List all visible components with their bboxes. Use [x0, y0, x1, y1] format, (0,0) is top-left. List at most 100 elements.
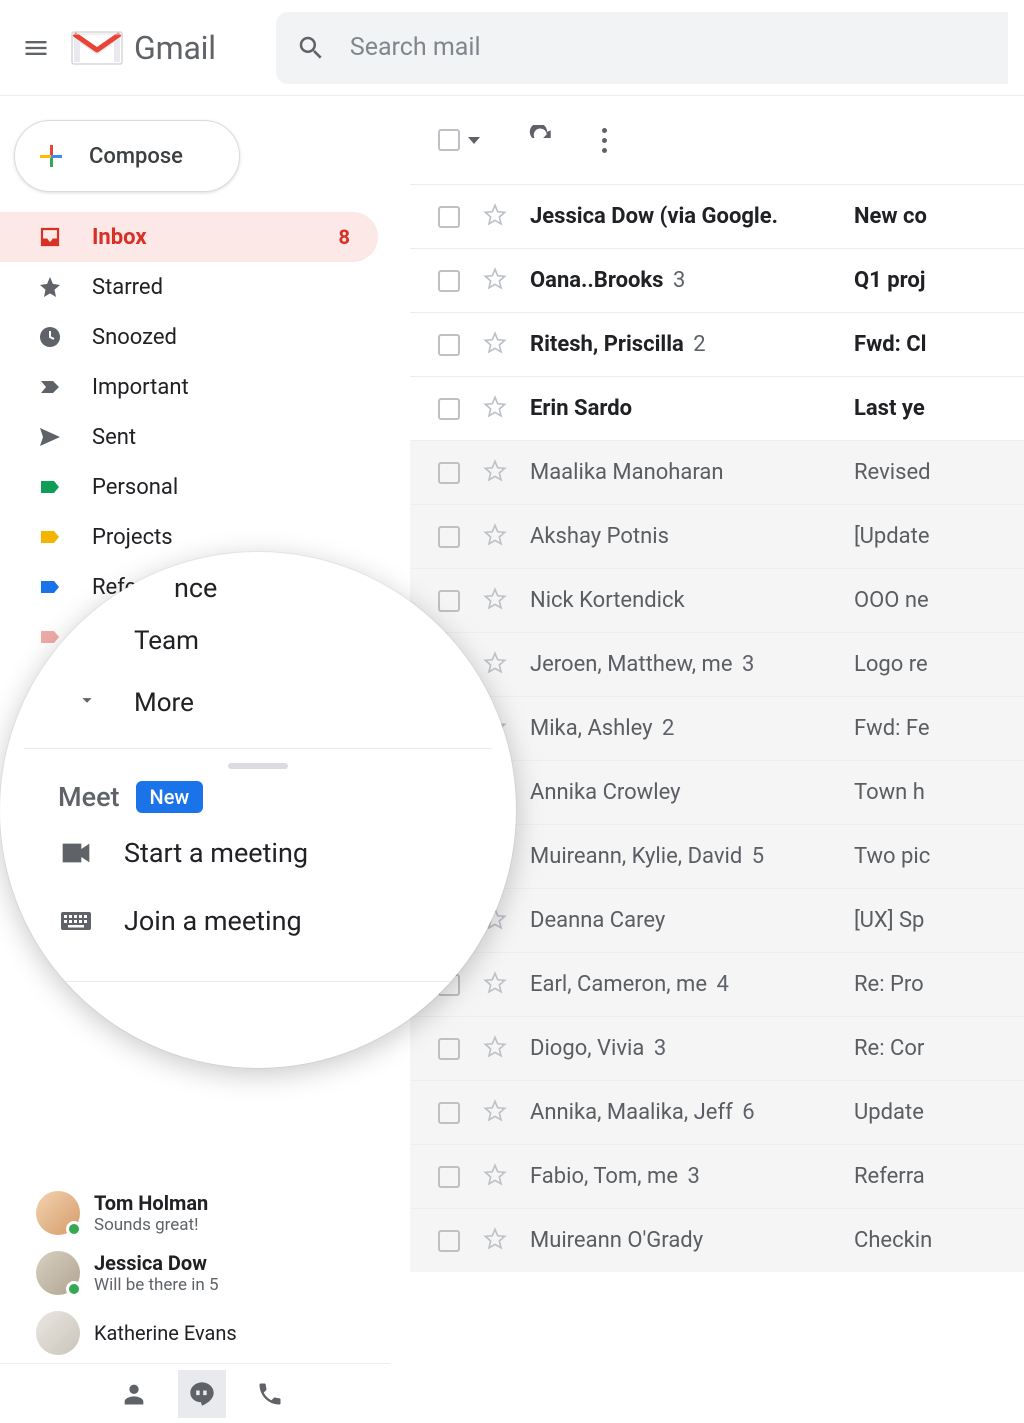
mail-checkbox[interactable] — [438, 334, 460, 356]
contacts-button[interactable] — [110, 1370, 158, 1418]
mail-sender: Akshay Potnis — [530, 524, 832, 549]
star-button[interactable] — [482, 1098, 508, 1128]
thread-count: 5 — [752, 844, 764, 869]
avatar — [36, 1251, 80, 1295]
chevron-down-icon — [76, 688, 98, 718]
nav-starred[interactable]: Starred — [0, 262, 378, 312]
star-button[interactable] — [482, 266, 508, 296]
presence-dot — [66, 1221, 82, 1237]
meet-title: Meet — [58, 781, 120, 813]
clock-icon — [38, 325, 62, 349]
mail-checkbox[interactable] — [438, 206, 460, 228]
mail-row[interactable]: Deanna Carey[UX] Sp — [410, 888, 1024, 952]
lens-fragment: nce — [24, 552, 492, 610]
star-button[interactable] — [482, 1162, 508, 1192]
mail-row[interactable]: Erin SardoLast ye — [410, 376, 1024, 440]
zoom-lens: nce Team More Meet New Start a meeting J… — [0, 552, 516, 1068]
refresh-icon — [528, 125, 554, 151]
mail-row[interactable]: Akshay Potnis[Update — [410, 504, 1024, 568]
checkbox-icon — [438, 129, 460, 151]
star-button[interactable] — [482, 522, 508, 552]
mail-row[interactable]: Annika, Maalika, Jeff 6Update — [410, 1080, 1024, 1144]
meet-label: Start a meeting — [124, 837, 308, 869]
thread-count: 2 — [662, 716, 674, 741]
hangouts-button[interactable] — [178, 1370, 226, 1418]
more-button[interactable] — [602, 128, 607, 153]
search-bar[interactable] — [276, 12, 1008, 84]
star-button[interactable] — [482, 1226, 508, 1256]
mail-sender: Jessica Dow (via Google. — [530, 204, 832, 229]
mail-checkbox[interactable] — [438, 398, 460, 420]
send-icon — [38, 425, 62, 449]
nav-sent[interactable]: Sent — [0, 412, 378, 462]
star-button[interactable] — [482, 202, 508, 232]
mail-subject: Logo re — [854, 652, 928, 677]
mail-subject: Two pic — [854, 844, 930, 869]
mail-row[interactable]: Nick KortendickOOO ne — [410, 568, 1024, 632]
mail-row[interactable]: Muireann O'GradyCheckin — [410, 1208, 1024, 1272]
mail-row[interactable]: Diogo, Vivia 3 Re: Cor — [410, 1016, 1024, 1080]
chat-item[interactable]: Jessica DowWill be there in 5 — [0, 1243, 390, 1303]
chat-name: Katherine Evans — [94, 1321, 237, 1345]
mail-toolbar — [410, 96, 1024, 184]
thread-count: 3 — [673, 268, 685, 293]
select-all[interactable] — [438, 129, 480, 151]
star-button[interactable] — [482, 394, 508, 424]
mail-checkbox[interactable] — [438, 462, 460, 484]
thread-count: 2 — [693, 332, 705, 357]
phone-button[interactable] — [246, 1370, 294, 1418]
drag-handle[interactable] — [228, 763, 288, 769]
thread-count: 3 — [654, 1036, 666, 1061]
mail-sender: Erin Sardo — [530, 396, 832, 421]
mail-checkbox[interactable] — [438, 526, 460, 548]
mail-subject: [UX] Sp — [854, 908, 924, 933]
compose-button[interactable]: Compose — [14, 120, 240, 192]
mail-row[interactable]: Fabio, Tom, me 3Referra — [410, 1144, 1024, 1208]
mail-subject: Town h — [854, 780, 925, 805]
chat-msg: Sounds great! — [94, 1215, 208, 1235]
thread-count: 3 — [742, 652, 754, 677]
nav-personal[interactable]: Personal — [0, 462, 378, 512]
nav-label: Starred — [92, 275, 163, 300]
mail-sender: Mika, Ashley 2 — [530, 716, 832, 741]
refresh-button[interactable] — [528, 125, 554, 155]
mail-checkbox[interactable] — [438, 1166, 460, 1188]
main-menu-button[interactable] — [12, 24, 60, 72]
mail-checkbox[interactable] — [438, 1230, 460, 1252]
mail-sender: Diogo, Vivia 3 — [530, 1036, 832, 1061]
label-projects-icon — [38, 525, 62, 549]
chat-item[interactable]: Tom HolmanSounds great! — [0, 1183, 390, 1243]
meet-header: Meet New — [24, 771, 492, 819]
mail-subject: Re: Cor — [854, 1036, 924, 1061]
mail-row[interactable]: Jeroen, Matthew, me 3Logo re — [410, 632, 1024, 696]
nav-inbox[interactable]: Inbox 8 — [0, 212, 378, 262]
mail-row[interactable]: Oana..Brooks 3Q1 proj — [410, 248, 1024, 312]
search-input[interactable] — [350, 33, 988, 62]
star-button[interactable] — [482, 330, 508, 360]
start-meeting-button[interactable]: Start a meeting — [24, 819, 492, 887]
mail-checkbox[interactable] — [438, 1102, 460, 1124]
mail-sender: Annika, Maalika, Jeff 6 — [530, 1100, 832, 1125]
mail-sender: Earl, Cameron, me 4 — [530, 972, 832, 997]
nav-snoozed[interactable]: Snoozed — [0, 312, 378, 362]
gmail-m-icon — [70, 28, 124, 68]
search-icon — [296, 33, 326, 63]
join-meeting-button[interactable]: Join a meeting — [24, 887, 492, 955]
nav-more[interactable]: More — [24, 672, 492, 734]
chat-msg: Will be there in 5 — [94, 1275, 219, 1295]
mail-row[interactable]: Jessica Dow (via Google.New co — [410, 184, 1024, 248]
mail-row[interactable]: Maalika ManoharanRevised — [410, 440, 1024, 504]
nav-team[interactable]: Team — [24, 610, 492, 672]
mail-sender: Fabio, Tom, me 3 — [530, 1164, 832, 1189]
mail-subject: OOO ne — [854, 588, 929, 613]
nav-important[interactable]: Important — [0, 362, 378, 412]
mail-sender: Muireann O'Grady — [530, 1228, 832, 1253]
mail-row[interactable]: Earl, Cameron, me 4Re: Pro — [410, 952, 1024, 1016]
gmail-logo[interactable]: Gmail — [70, 28, 216, 68]
new-badge: New — [136, 781, 204, 813]
mail-row[interactable]: Ritesh, Priscilla 2Fwd: Cl — [410, 312, 1024, 376]
chat-item[interactable]: Katherine Evans — [0, 1303, 390, 1363]
star-button[interactable] — [482, 458, 508, 488]
mail-checkbox[interactable] — [438, 270, 460, 292]
presence-dot — [66, 1281, 82, 1297]
